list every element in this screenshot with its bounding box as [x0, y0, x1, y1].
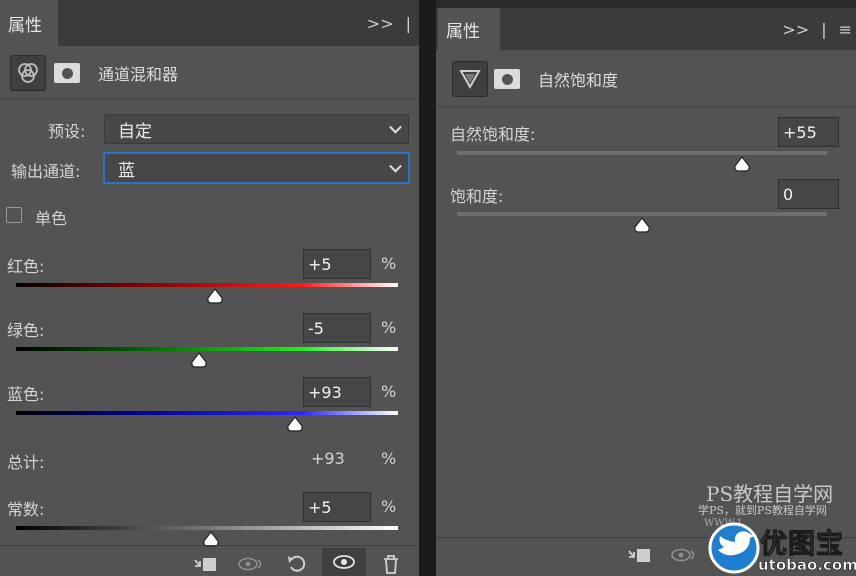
adjustment-header: 通道混和器 — [0, 54, 419, 92]
output-channel-label: 输出通道: — [11, 162, 81, 181]
trash-icon[interactable] — [378, 552, 404, 576]
tab-label: 属性 — [8, 15, 42, 36]
tab-properties[interactable]: 属性 — [0, 0, 58, 46]
preset-dropdown[interactable]: 自定 — [104, 114, 409, 144]
blue-slider-handle[interactable] — [286, 416, 304, 432]
channel-mixer-properties-panel: 属性 >> | 通道混和器 预设: 自定 输出通道: 蓝 单色 红色: +5 %… — [0, 0, 419, 576]
panel-controls: >> | — [367, 0, 411, 46]
tab-properties[interactable]: 属性 — [438, 8, 500, 50]
utobao-logo-icon — [704, 520, 764, 576]
saturation-slider-handle[interactable] — [633, 217, 651, 233]
green-slider-handle[interactable] — [190, 352, 208, 368]
divider — [436, 106, 856, 107]
saturation-slider-track[interactable] — [457, 212, 827, 216]
panel-tab-bar: 属性 >> | — [0, 0, 419, 46]
divider: | — [405, 13, 411, 33]
vibrance-icon[interactable] — [452, 61, 488, 97]
view-previous-state-icon[interactable] — [236, 552, 266, 576]
divider: | — [821, 19, 827, 39]
brand-domain: utobao.com — [758, 556, 856, 575]
panel-tab-bar: 属性 >> | ≡ — [436, 8, 856, 50]
divider — [0, 545, 419, 546]
constant-unit: % — [381, 497, 397, 516]
vibrance-slider-handle[interactable] — [733, 156, 751, 172]
visibility-toggle[interactable] — [322, 548, 366, 576]
green-label: 绿色: — [7, 321, 45, 340]
menu-icon[interactable]: ≡ — [839, 20, 852, 39]
preset-value: 自定 — [118, 121, 152, 142]
clip-to-layer-icon[interactable] — [190, 552, 220, 576]
red-unit: % — [381, 254, 397, 273]
blue-unit: % — [381, 382, 397, 401]
blue-slider-track[interactable] — [16, 411, 398, 415]
output-channel-value: 蓝 — [118, 160, 135, 181]
panel-controls: >> | ≡ — [782, 8, 852, 50]
blue-value-input[interactable]: +93 — [303, 377, 371, 407]
divider — [0, 98, 419, 99]
output-channel-dropdown[interactable]: 蓝 — [103, 152, 410, 184]
preset-label: 预设: — [48, 122, 86, 141]
saturation-value-input[interactable]: 0 — [778, 179, 839, 209]
collapse-icon[interactable]: >> — [782, 20, 809, 39]
red-label: 红色: — [7, 257, 45, 276]
constant-label: 常数: — [7, 500, 45, 519]
vibrance-slider-track[interactable] — [457, 151, 827, 155]
saturation-label: 饱和度: — [450, 187, 504, 206]
green-unit: % — [381, 318, 397, 337]
red-slider-track[interactable] — [16, 283, 398, 287]
layer-mask-icon[interactable] — [494, 69, 520, 89]
constant-slider-track[interactable] — [16, 526, 398, 530]
vibrance-properties-panel: 属性 >> | ≡ 自然饱和度 自然饱和度: +55 饱和度: 0 PS教程自学… — [436, 0, 856, 576]
vibrance-label: 自然饱和度: — [450, 125, 536, 144]
green-value-input[interactable]: -5 — [303, 313, 371, 343]
panel-title: 通道混和器 — [98, 65, 179, 84]
constant-value-input[interactable]: +5 — [303, 492, 371, 522]
clip-to-layer-icon[interactable] — [624, 543, 654, 567]
top-strip — [436, 0, 856, 8]
adjustment-header: 自然饱和度 — [436, 60, 856, 98]
blue-label: 蓝色: — [7, 385, 45, 404]
panel-title: 自然饱和度 — [538, 71, 619, 90]
tab-label: 属性 — [446, 21, 480, 42]
layer-mask-icon[interactable] — [54, 63, 80, 83]
reset-icon[interactable] — [283, 552, 311, 576]
green-slider-track[interactable] — [16, 347, 398, 351]
monochrome-label: 单色 — [35, 209, 68, 228]
watermark-subtitle: 学PS，就到PS教程自学网 — [698, 504, 827, 517]
red-value-input[interactable]: +5 — [303, 249, 371, 279]
eye-icon — [333, 555, 355, 569]
total-unit: % — [381, 449, 397, 468]
red-slider-handle[interactable] — [206, 288, 224, 304]
view-previous-state-icon[interactable] — [669, 543, 699, 567]
channel-mixer-icon[interactable] — [10, 55, 46, 91]
total-label: 总计: — [7, 453, 45, 472]
monochrome-checkbox[interactable] — [6, 207, 22, 223]
vibrance-value-input[interactable]: +55 — [778, 117, 839, 147]
total-value: +93 — [311, 449, 345, 468]
collapse-icon[interactable]: >> — [367, 14, 394, 33]
chevron-down-icon — [389, 159, 402, 173]
chevron-down-icon — [389, 120, 402, 134]
